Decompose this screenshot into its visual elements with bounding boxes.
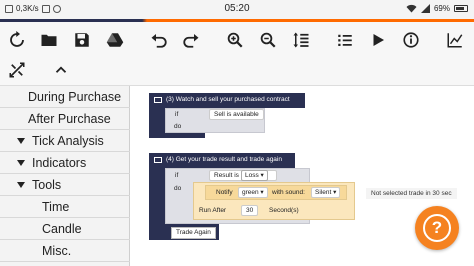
sidebar-item-tools[interactable]: Tools bbox=[0, 174, 130, 196]
play-icon bbox=[373, 34, 384, 46]
status-time: 05:20 bbox=[224, 3, 250, 14]
question-icon: ? bbox=[423, 214, 451, 242]
refresh-icon bbox=[10, 31, 24, 47]
collapse-toolbar-button[interactable] bbox=[49, 58, 73, 82]
rearrange-icon bbox=[9, 62, 25, 78]
open-button[interactable] bbox=[37, 28, 61, 52]
result-is-label: Result is bbox=[214, 172, 239, 179]
sidebar-item-label: Indicators bbox=[32, 155, 87, 170]
rearrange-button[interactable] bbox=[5, 58, 29, 82]
sort-button[interactable] bbox=[289, 28, 313, 52]
notify-message-block[interactable]: Not selected trade in 30 sec bbox=[366, 188, 457, 199]
app-root: 0,3K/s 05:20 69% During Purchase After P… bbox=[0, 0, 474, 266]
battery-icon bbox=[454, 5, 468, 12]
sound-dropdown[interactable]: Silent ▾ bbox=[311, 187, 341, 198]
chart-button[interactable] bbox=[443, 28, 467, 52]
undo-button[interactable] bbox=[147, 28, 171, 52]
sidebar-item-during-purchase[interactable]: During Purchase bbox=[0, 86, 130, 108]
folder-icon bbox=[41, 34, 57, 46]
trade-again-block[interactable]: Trade Again bbox=[171, 227, 216, 239]
sidebar-item-indicators[interactable]: Indicators bbox=[0, 152, 130, 174]
collapse-up-icon bbox=[55, 66, 67, 73]
sidebar-item-label: Misc. bbox=[42, 243, 72, 258]
caret-down-icon bbox=[17, 137, 25, 144]
if-label: if bbox=[175, 111, 179, 118]
sidebar-item-label: Tick Analysis bbox=[32, 133, 104, 148]
sidebar-item-label: After Purchase bbox=[28, 111, 111, 126]
result-dropdown[interactable]: Loss ▾ bbox=[241, 170, 268, 181]
redo-icon bbox=[183, 34, 199, 48]
notify-label: Notify bbox=[216, 189, 233, 196]
blocks-menu-button[interactable] bbox=[333, 28, 357, 52]
sidebar-item-label: Candle bbox=[42, 221, 82, 236]
chart-icon bbox=[447, 33, 463, 48]
block-title: (3) Watch and sell your purchased contra… bbox=[166, 96, 290, 103]
google-drive-button[interactable] bbox=[103, 28, 127, 52]
block-icon bbox=[154, 96, 162, 103]
save-icon bbox=[75, 33, 89, 47]
seconds-label: Second(s) bbox=[269, 207, 299, 214]
zoom-out-button[interactable] bbox=[256, 28, 280, 52]
do-label: do bbox=[174, 123, 182, 130]
sidebar-item-label: Tools bbox=[32, 177, 62, 192]
refresh-button[interactable] bbox=[5, 28, 29, 52]
run-button[interactable] bbox=[366, 28, 390, 52]
do-label: do bbox=[174, 185, 182, 192]
caret-down-icon bbox=[17, 159, 25, 166]
save-button[interactable] bbox=[70, 28, 94, 52]
block-after-purchase-header[interactable]: (4) Get your trade result and trade agai… bbox=[149, 153, 295, 168]
block-sell-conditions-footer bbox=[165, 133, 205, 138]
list-icon bbox=[338, 34, 352, 46]
android-status-bar: 0,3K/s 05:20 69% bbox=[0, 0, 474, 19]
sort-icon bbox=[293, 32, 309, 48]
block-sell-conditions-arm bbox=[149, 108, 165, 138]
info-icon bbox=[403, 32, 419, 48]
signal-icon bbox=[420, 4, 430, 13]
blocks-sidebar: During Purchase After Purchase Tick Anal… bbox=[0, 86, 130, 266]
sidebar-item-label: During Purchase bbox=[28, 89, 122, 104]
info-button[interactable] bbox=[399, 28, 423, 52]
run-after-seconds-input[interactable]: 30 bbox=[241, 205, 259, 216]
run-after-label: Run After bbox=[199, 207, 227, 214]
sidebar-item-time[interactable]: Time bbox=[0, 196, 130, 218]
block-title: (4) Get your trade result and trade agai… bbox=[166, 156, 282, 163]
block-after-purchase-arm bbox=[149, 168, 165, 240]
zoom-in-icon bbox=[227, 32, 243, 48]
battery-percent: 69% bbox=[433, 4, 450, 13]
sidebar-item-after-purchase[interactable]: After Purchase bbox=[0, 108, 130, 130]
sidebar-item-candle[interactable]: Candle bbox=[0, 218, 130, 240]
undo-icon bbox=[151, 34, 167, 48]
notify-color-dropdown[interactable]: green ▾ bbox=[238, 187, 268, 198]
block-icon bbox=[154, 156, 162, 163]
sidebar-item-label: Time bbox=[42, 199, 70, 214]
zoom-in-button[interactable] bbox=[223, 28, 247, 52]
if-label: if bbox=[175, 172, 179, 179]
help-button[interactable]: ? bbox=[415, 206, 459, 250]
sell-available-block[interactable]: Sell is available bbox=[209, 109, 264, 120]
caret-down-icon bbox=[17, 181, 25, 188]
wifi-icon bbox=[406, 4, 417, 13]
with-sound-label: with sound: bbox=[272, 189, 305, 196]
sidebar-item-misc[interactable]: Misc. bbox=[0, 240, 130, 262]
redo-button[interactable] bbox=[179, 28, 203, 52]
google-drive-icon bbox=[106, 33, 124, 47]
sidebar-item-tick-analysis[interactable]: Tick Analysis bbox=[0, 130, 130, 152]
toolbar bbox=[0, 22, 474, 86]
zoom-out-icon bbox=[260, 32, 276, 48]
block-sell-conditions-header[interactable]: (3) Watch and sell your purchased contra… bbox=[149, 93, 305, 108]
